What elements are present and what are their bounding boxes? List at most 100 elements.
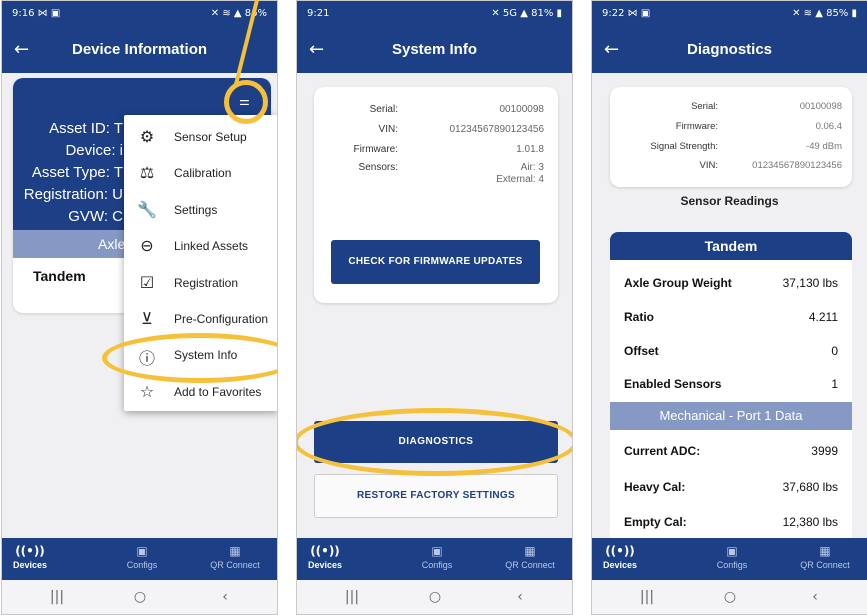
home-icon[interactable]: ○ <box>700 589 760 605</box>
asset-type-label: Asset Type: T <box>31 164 123 181</box>
port-reading-row: Current ADC: 3999 <box>624 444 838 458</box>
page-title: System Info <box>391 41 478 58</box>
status-time: 9:16 ⋈ ▣ <box>12 8 61 19</box>
sensor-readings-title: Sensor Readings <box>680 194 779 208</box>
port-reading-row: Empty Cal: 12,380 lbs <box>624 515 838 529</box>
serial-key: Serial: <box>369 104 398 115</box>
app-bar: ← Device Information <box>2 27 277 73</box>
recents-icon[interactable]: ||| <box>322 589 382 605</box>
menu-item-system-info[interactable]: ⓘ System Info <box>124 337 277 373</box>
phone-system-info: 9:21 ✕ 5G ▲ 81% ▮ ← System Info Serial: … <box>296 0 573 615</box>
system-navigation: ||| ○ ‹ <box>592 580 867 614</box>
nav-devices[interactable]: ((•)) Devices <box>297 542 365 570</box>
signal-strength-value: -49 dBm <box>806 141 842 152</box>
link-icon: ⊖ <box>140 236 154 255</box>
port-data-band: Mechanical - Port 1 Data <box>610 402 852 430</box>
status-bar: 9:22 ⋈ ▣ ✕ ≋ ▲ 85% ▮ <box>592 1 867 27</box>
diagnostics-info-card: Serial: 00100098 Firmware: 0.06.4 Signal… <box>610 87 852 187</box>
wrench-icon: 🔧 <box>137 200 157 219</box>
app-bar: ← Diagnostics <box>592 27 867 73</box>
star-icon: ☆ <box>139 382 155 401</box>
overflow-menu: ⚙ Sensor Setup ⚖ Calibration 🔧 Settings … <box>124 115 277 411</box>
nav-qr-connect[interactable]: ▦ QR Connect <box>195 542 275 570</box>
recents-icon[interactable]: ||| <box>617 589 677 605</box>
nav-configs[interactable]: ▣ Configs <box>397 542 477 570</box>
signal-icon: ((•)) <box>605 544 635 558</box>
group-header: Tandem <box>610 232 852 260</box>
sensors-external-value: External: 4 <box>496 174 544 185</box>
system-navigation: ||| ○ ‹ <box>2 580 277 614</box>
reading-row: Axle Group Weight 37,130 lbs <box>624 276 838 290</box>
bottom-navigation: ((•)) Devices ▣ Configs ▦ QR Connect <box>2 538 277 580</box>
vin-value: 01234567890123456 <box>449 124 544 135</box>
menu-item-sensor-setup[interactable]: ⚙ Sensor Setup <box>124 119 277 155</box>
back-icon[interactable]: ‹ <box>195 589 255 605</box>
reading-row: Enabled Sensors 1 <box>624 377 838 391</box>
firmware-value: 0.06.4 <box>815 121 842 132</box>
recents-icon[interactable]: ||| <box>27 589 87 605</box>
gear-icon: ⚙ <box>139 127 155 146</box>
page-title: Device Information <box>71 41 208 58</box>
tandem-label: Tandem <box>33 268 86 284</box>
qr-code-icon: ▦ <box>229 544 241 558</box>
serial-value: 00100098 <box>499 104 545 115</box>
signal-icon: ((•)) <box>15 544 45 558</box>
restore-factory-settings-button[interactable]: RESTORE FACTORY SETTINGS <box>314 474 558 518</box>
config-icon: ▣ <box>136 544 148 558</box>
system-navigation: ||| ○ ‹ <box>297 580 572 614</box>
filter-settings-icon[interactable]: ⚌ <box>239 94 255 108</box>
home-icon[interactable]: ○ <box>110 589 170 605</box>
status-bar: 9:21 ✕ 5G ▲ 81% ▮ <box>297 1 572 27</box>
diagnostics-button[interactable]: DIAGNOSTICS <box>314 421 558 463</box>
nav-devices[interactable]: ((•)) Devices <box>2 542 70 570</box>
vin-key: VIN: <box>699 160 718 171</box>
status-icons: ✕ ≋ ▲ 86% <box>210 8 267 19</box>
reading-row: Offset 0 <box>624 344 838 358</box>
sensors-key: Sensors: <box>358 162 398 173</box>
vin-value: 01234567890123456 <box>752 160 842 171</box>
menu-item-add-to-favorites[interactable]: ☆ Add to Favorites <box>124 374 277 410</box>
menu-item-settings[interactable]: 🔧 Settings <box>124 192 277 228</box>
phone-diagnostics: 9:22 ⋈ ▣ ✕ ≋ ▲ 85% ▮ ← Diagnostics Seria… <box>591 0 867 615</box>
menu-item-pre-configuration[interactable]: ⊻ Pre-Configuration <box>124 301 277 337</box>
back-icon[interactable]: ‹ <box>490 589 550 605</box>
sensors-air-value: Air: 3 <box>520 162 544 173</box>
download-box-icon: ⊻ <box>141 309 153 328</box>
serial-key: Serial: <box>691 101 718 112</box>
nav-qr-connect[interactable]: ▦ QR Connect <box>785 542 865 570</box>
status-bar: 9:16 ⋈ ▣ ✕ ≋ ▲ 86% <box>2 1 277 27</box>
nav-qr-connect[interactable]: ▦ QR Connect <box>490 542 570 570</box>
firmware-value: 1.01.8 <box>516 144 544 155</box>
back-icon[interactable]: ‹ <box>785 589 845 605</box>
sensor-readings-panel: Tandem Axle Group Weight 37,130 lbs Rati… <box>610 232 852 552</box>
bottom-navigation: ((•)) Devices ▣ Configs ▦ QR Connect <box>592 538 867 580</box>
home-icon[interactable]: ○ <box>405 589 465 605</box>
app-bar: ← System Info <box>297 27 572 73</box>
config-icon: ▣ <box>726 544 738 558</box>
qr-code-icon: ▦ <box>524 544 536 558</box>
info-icon: ⓘ <box>138 349 155 368</box>
asset-id-label: Asset ID: T <box>49 120 123 137</box>
vin-key: VIN: <box>378 124 398 135</box>
firmware-key: Firmware: <box>353 144 398 155</box>
weight-icon: ⚖ <box>139 163 155 182</box>
config-icon: ▣ <box>431 544 443 558</box>
nav-devices[interactable]: ((•)) Devices <box>592 542 660 570</box>
check-firmware-updates-button[interactable]: CHECK FOR FIRMWARE UPDATES <box>331 240 540 284</box>
nav-configs[interactable]: ▣ Configs <box>692 542 772 570</box>
gvw-label: GVW: C <box>68 208 123 225</box>
status-icons: ✕ 5G ▲ 81% ▮ <box>491 8 562 19</box>
bottom-navigation: ((•)) Devices ▣ Configs ▦ QR Connect <box>297 538 572 580</box>
menu-item-calibration[interactable]: ⚖ Calibration <box>124 155 277 191</box>
port-reading-row: Heavy Cal: 37,680 lbs <box>624 480 838 494</box>
phone-device-information: 9:16 ⋈ ▣ ✕ ≋ ▲ 86% ← Device Information … <box>1 0 278 615</box>
signal-icon: ((•)) <box>310 544 340 558</box>
registration-label: Registration: U <box>23 186 123 203</box>
nav-configs[interactable]: ▣ Configs <box>102 542 182 570</box>
page-title: Diagnostics <box>686 41 773 58</box>
menu-item-linked-assets[interactable]: ⊖ Linked Assets <box>124 228 277 264</box>
menu-item-registration[interactable]: ☑ Registration <box>124 265 277 301</box>
serial-value: 00100098 <box>799 101 842 112</box>
status-icons: ✕ ≋ ▲ 85% ▮ <box>792 8 857 19</box>
qr-code-icon: ▦ <box>819 544 831 558</box>
